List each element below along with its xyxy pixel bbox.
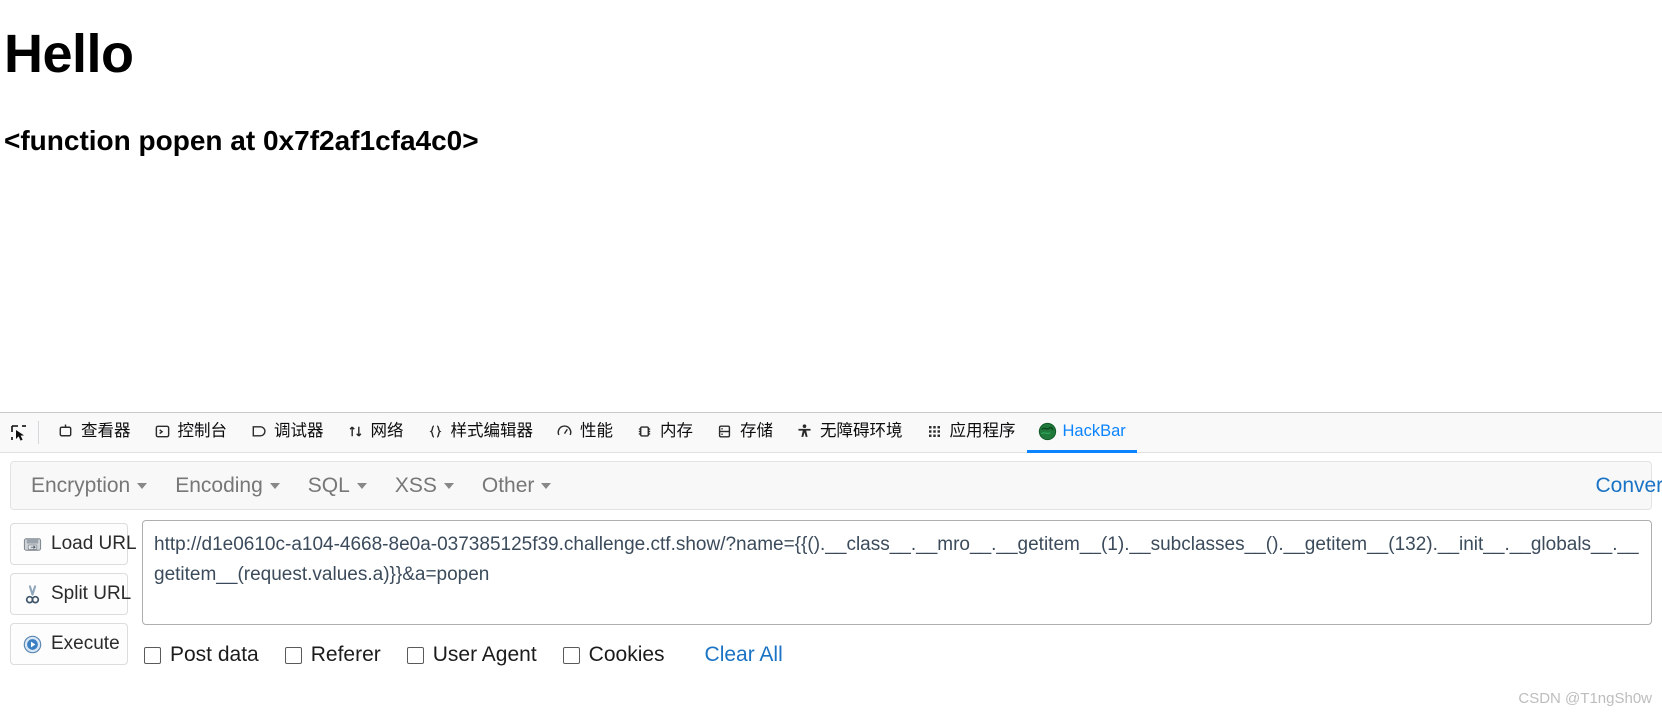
page-output-text: <function popen at 0x7f2af1cfa4c0> <box>4 125 479 157</box>
tab-storage[interactable]: 存储 <box>704 413 784 453</box>
tab-inspector-label: 查看器 <box>81 422 131 441</box>
memory-icon <box>635 422 654 441</box>
split-url-button[interactable]: Split URL <box>10 573 132 615</box>
tab-application-label: 应用程序 <box>949 422 1016 441</box>
menu-xss[interactable]: XSS <box>381 468 468 504</box>
tab-accessibility-label: 无障碍环境 <box>820 422 903 441</box>
tab-performance-label: 性能 <box>580 422 613 441</box>
tab-hackbar[interactable]: HackBar <box>1026 413 1137 453</box>
tab-debugger-label: 调试器 <box>274 422 324 441</box>
checkbox-cookies-label: Cookies <box>588 643 665 666</box>
tab-memory-label: 内存 <box>660 422 693 441</box>
inspector-icon <box>56 422 75 441</box>
debugger-icon <box>249 422 268 441</box>
hackbar-icon <box>1038 422 1057 441</box>
watermark: CSDN @T1ngSh0w <box>1518 690 1652 707</box>
console-icon <box>153 422 172 441</box>
checkbox-box[interactable] <box>406 646 424 664</box>
checkbox-box[interactable] <box>562 646 580 664</box>
checkbox-box[interactable] <box>284 646 302 664</box>
performance-icon <box>555 422 574 441</box>
accessibility-icon <box>795 422 814 441</box>
checkbox-post-data[interactable]: Post data <box>144 643 259 667</box>
devtools-tabbar: 查看器 控制台 调试器 网络 样式编辑器 性能 内存 存储 无障碍环境 应用程序… <box>0 413 1662 453</box>
tab-accessibility[interactable]: 无障碍环境 <box>784 413 914 453</box>
load-url-icon <box>21 533 43 555</box>
hackbar-body: Load URL Split URL Execute http://d1e061… <box>0 510 1662 713</box>
hackbar-option-row: Post data Referer User Agent Cookies Cle… <box>142 625 1652 667</box>
clear-all-link[interactable]: Clear All <box>705 643 783 667</box>
chevron-down-icon <box>443 482 454 489</box>
tab-performance[interactable]: 性能 <box>544 413 624 453</box>
split-url-icon <box>21 583 43 605</box>
menu-sql[interactable]: SQL <box>294 468 381 504</box>
execute-label: Execute <box>51 633 120 654</box>
menu-encryption[interactable]: Encryption <box>17 468 161 504</box>
tab-inspector[interactable]: 查看器 <box>45 413 142 453</box>
chevron-down-icon <box>137 482 148 489</box>
tab-console[interactable]: 控制台 <box>142 413 239 453</box>
hackbar-request-area: Post data Referer User Agent Cookies C <box>142 520 1652 713</box>
tab-style-editor-label: 样式编辑器 <box>450 422 534 441</box>
hackbar-menubar: Encryption Encoding SQL XSS Other Conver… <box>10 461 1662 510</box>
network-icon <box>346 422 365 441</box>
menu-encoding-label: Encoding <box>175 473 263 497</box>
tab-debugger[interactable]: 调试器 <box>238 413 335 453</box>
chevron-down-icon <box>541 482 552 489</box>
checkbox-referer-label: Referer <box>310 643 381 666</box>
chevron-down-icon <box>356 482 367 489</box>
tab-storage-label: 存储 <box>740 422 773 441</box>
hackbar-action-buttons: Load URL Split URL Execute <box>10 520 137 713</box>
checkbox-box[interactable] <box>144 646 161 664</box>
load-url-button[interactable]: Load URL <box>10 523 137 565</box>
chevron-down-icon <box>269 482 280 489</box>
menu-other[interactable]: Other <box>468 468 566 504</box>
checkbox-post-data-label: Post data <box>170 643 259 666</box>
element-picker-icon[interactable] <box>2 413 36 452</box>
execute-icon <box>21 633 43 655</box>
split-url-label: Split URL <box>51 583 132 604</box>
menu-convert[interactable]: Convert <box>1595 474 1662 498</box>
storage-icon <box>715 422 734 441</box>
tab-style-editor[interactable]: 样式编辑器 <box>415 413 545 453</box>
checkbox-referer[interactable]: Referer <box>284 643 381 667</box>
tab-application[interactable]: 应用程序 <box>914 413 1027 453</box>
menu-xss-label: XSS <box>394 473 437 497</box>
style-editor-icon <box>426 422 445 441</box>
menu-encoding[interactable]: Encoding <box>161 468 294 504</box>
hackbar-panel: Encryption Encoding SQL XSS Other Conver… <box>0 453 1662 713</box>
menu-encryption-label: Encryption <box>31 473 131 497</box>
menu-other-label: Other <box>481 473 535 497</box>
tabbar-divider <box>38 421 39 444</box>
checkbox-user-agent-label: User Agent <box>432 643 537 666</box>
execute-button[interactable]: Execute <box>10 623 128 665</box>
page-title: Hello <box>4 24 134 84</box>
tab-hackbar-label: HackBar <box>1062 422 1126 441</box>
checkbox-user-agent[interactable]: User Agent <box>406 643 537 667</box>
tab-network[interactable]: 网络 <box>335 413 415 453</box>
page-viewport: Hello <function popen at 0x7f2af1cfa4c0> <box>0 0 1662 412</box>
tab-console-label: 控制台 <box>177 422 228 441</box>
url-input[interactable] <box>142 520 1652 625</box>
tab-memory[interactable]: 内存 <box>624 413 704 453</box>
application-icon <box>925 422 944 441</box>
tab-network-label: 网络 <box>370 422 404 441</box>
devtools-panel: 查看器 控制台 调试器 网络 样式编辑器 性能 内存 存储 无障碍环境 应用程序… <box>0 412 1662 713</box>
load-url-label: Load URL <box>51 533 137 554</box>
checkbox-cookies[interactable]: Cookies <box>562 643 665 667</box>
menu-sql-label: SQL <box>307 473 350 497</box>
